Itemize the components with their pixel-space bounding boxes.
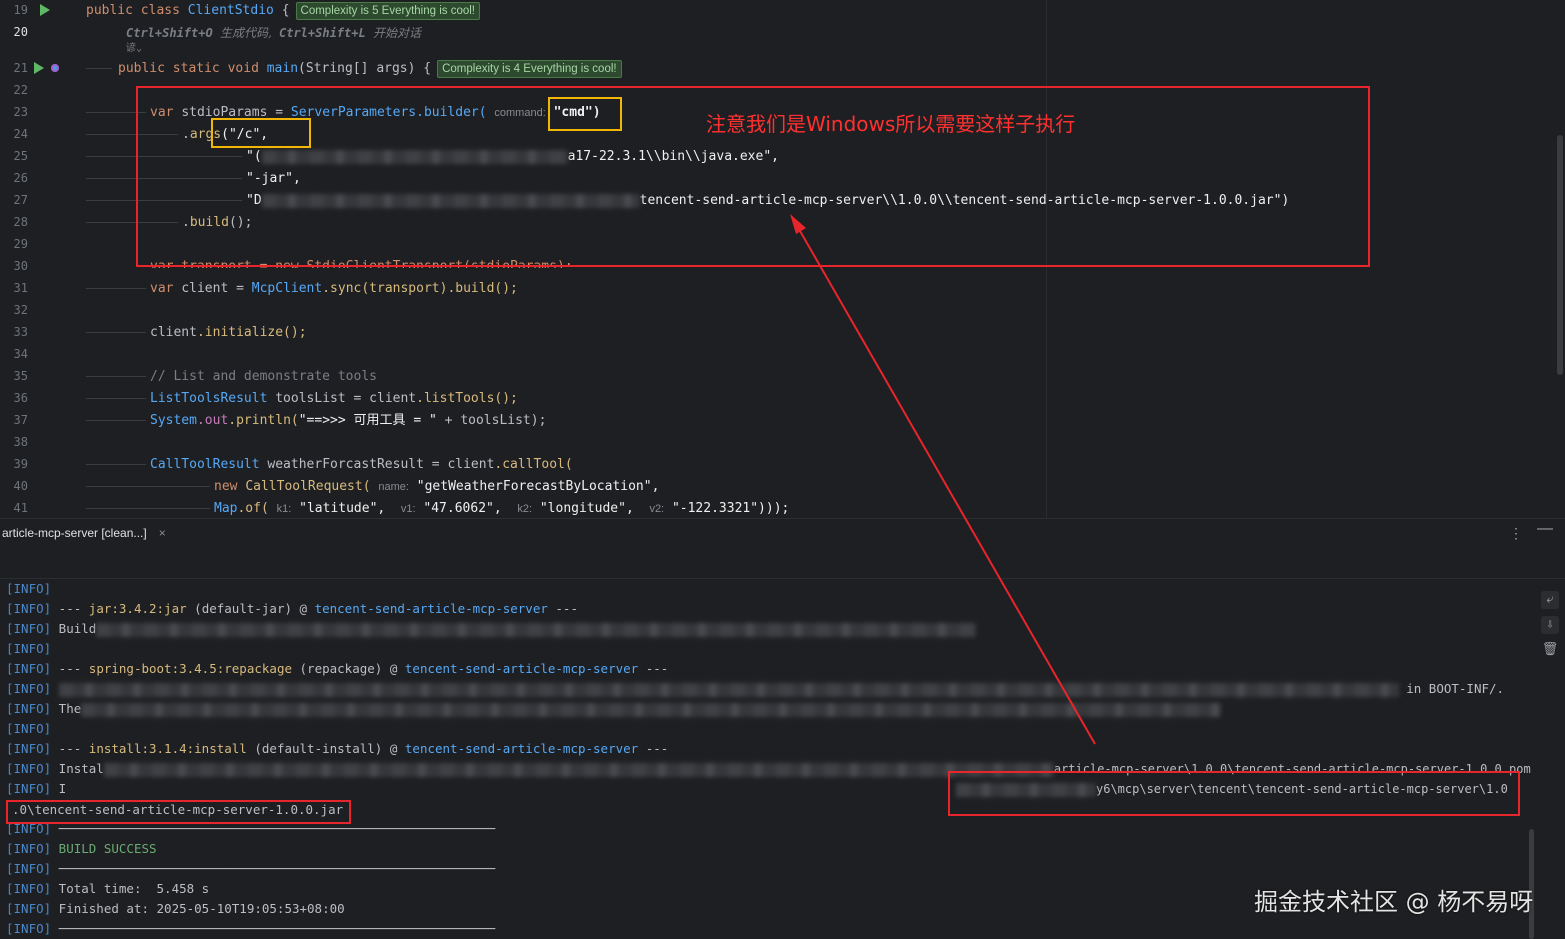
watermark: 掘金技术社区 @ 杨不易呀 xyxy=(1254,888,1534,916)
annotation-arrow xyxy=(790,214,1096,745)
